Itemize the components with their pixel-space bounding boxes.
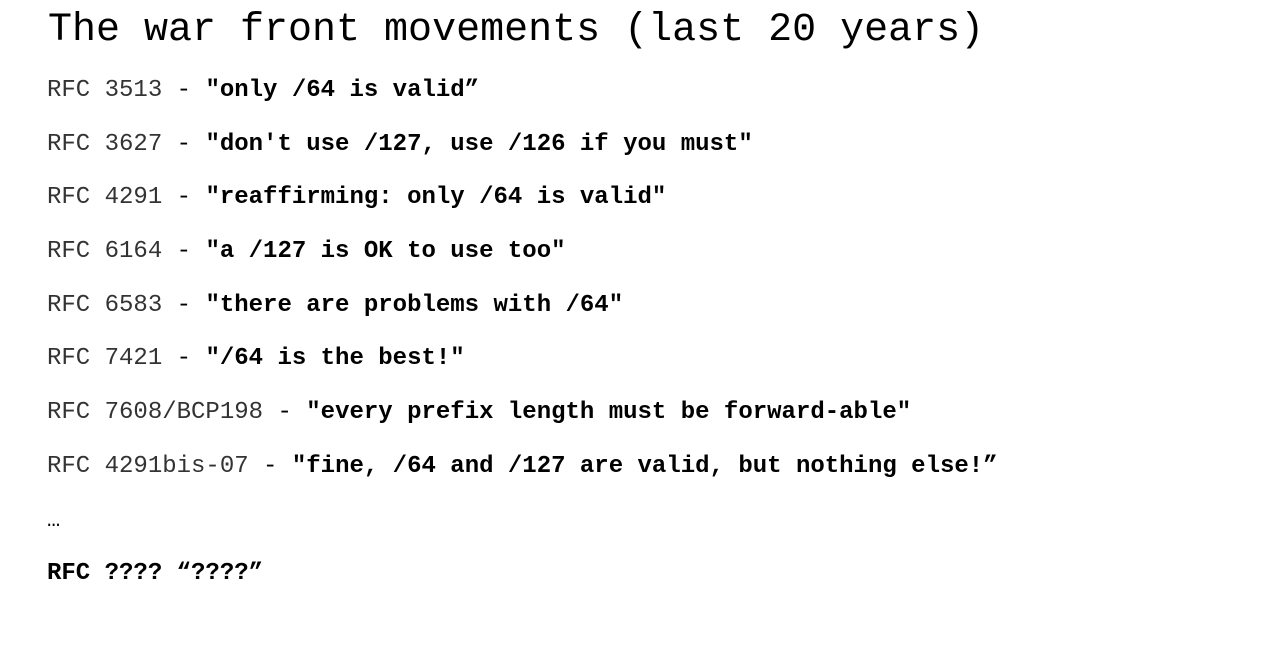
- rfc-number: RFC 6583: [47, 291, 163, 319]
- rfc-item-4291bis: RFC 4291bis-07 - "fine, /64 and /127 are…: [47, 448, 998, 502]
- rfc-quote: "every prefix length must be forward-abl…: [306, 399, 912, 427]
- rfc-number: RFC 3627: [47, 130, 163, 158]
- rfc-item-7608: RFC 7608/BCP198 - "every prefix length m…: [47, 394, 998, 448]
- rfc-number: RFC 7421: [47, 345, 163, 373]
- rfc-number: RFC 7608/BCP198: [47, 399, 264, 427]
- separator: -: [162, 345, 206, 373]
- rfc-number: RFC 6164: [47, 238, 163, 266]
- rfc-quote: "/64 is the best!": [205, 345, 465, 373]
- rfc-item-4291: RFC 4291 - "reaffirming: only /64 is val…: [47, 179, 998, 233]
- final-rfc-item: RFC ???? “????”: [47, 560, 264, 588]
- rfc-list: RFC 3513 - "only /64 is valid” RFC 3627 …: [47, 72, 998, 609]
- rfc-quote: "fine, /64 and /127 are valid, but nothi…: [291, 452, 998, 480]
- rfc-quote: "reaffirming: only /64 is valid": [205, 184, 667, 212]
- rfc-item-6583: RFC 6583 - "there are problems with /64": [47, 287, 998, 341]
- rfc-number: RFC 4291bis-07: [47, 452, 249, 480]
- separator: -: [248, 452, 292, 480]
- rfc-item-7421: RFC 7421 - "/64 is the best!": [47, 340, 998, 394]
- ellipsis: …: [47, 507, 61, 533]
- rfc-item-6164: RFC 6164 - "a /127 is OK to use too": [47, 233, 998, 287]
- rfc-quote: "don't use /127, use /126 if you must": [205, 130, 753, 158]
- separator: -: [162, 77, 206, 104]
- slide-title: The war front movements (last 20 years): [48, 8, 985, 53]
- rfc-number: RFC 3513: [47, 77, 163, 104]
- rfc-number: RFC 4291: [47, 184, 163, 212]
- rfc-item-3627: RFC 3627 - "don't use /127, use /126 if …: [47, 126, 998, 180]
- separator: -: [162, 238, 206, 266]
- rfc-quote: "a /127 is OK to use too": [205, 238, 566, 266]
- separator: -: [162, 130, 206, 158]
- separator: -: [162, 291, 206, 319]
- rfc-quote: "there are problems with /64": [205, 291, 624, 319]
- separator: -: [263, 399, 307, 427]
- rfc-quote: "only /64 is valid”: [205, 77, 480, 104]
- rfc-item-3513: RFC 3513 - "only /64 is valid”: [47, 72, 998, 126]
- separator: -: [162, 184, 206, 212]
